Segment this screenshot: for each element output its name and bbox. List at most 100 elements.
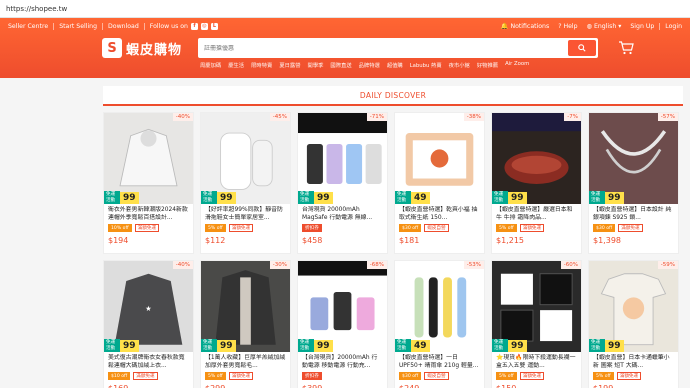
product-price: $194 bbox=[108, 236, 129, 245]
product-card[interactable]: -38% 免運 活動 49 【蝦皮直營特選】乾爽小福 抽取式衛生紙 150... … bbox=[394, 112, 485, 254]
search-suggestion[interactable]: 超值購 bbox=[387, 61, 403, 69]
search-suggestion[interactable]: 品牌特選 bbox=[359, 61, 380, 69]
product-card[interactable]: -40% 免運 活動 99 衛衣外套男新韓潮版2024新款連帽外季寬鬆百搭設計..… bbox=[103, 112, 194, 254]
search-suggestion[interactable]: 夜市小館 bbox=[449, 61, 470, 69]
line-icon[interactable]: L bbox=[210, 22, 218, 30]
product-image: -68% 免運 活動 99 bbox=[298, 261, 387, 352]
cart-icon[interactable] bbox=[618, 41, 634, 55]
product-image: -59% 免運 活動 99 bbox=[589, 261, 678, 352]
product-card[interactable]: -59% 免運 活動 99 【蝦皮直營】日本卡通蠟筆小新 圖案 短T 大碼... … bbox=[588, 260, 679, 388]
daily-discover-header[interactable]: DAILY DISCOVER bbox=[103, 86, 683, 106]
promo-tag: 5% off bbox=[205, 372, 226, 380]
seller-centre-link[interactable]: Seller Centre bbox=[8, 23, 48, 30]
promo-tag: $30 off bbox=[593, 224, 616, 232]
search-suggestion[interactable]: 國際直送 bbox=[330, 61, 351, 69]
promo-tag: 5% off bbox=[496, 372, 517, 380]
product-card[interactable]: -45% 免運 活動 99 【好評率超99%同款】靜音防滑拖鞋女士簡單家居室...… bbox=[200, 112, 291, 254]
product-card[interactable]: -53% 免運 活動 49 【蝦皮直營特選】一日 UPF50+ 晴雨傘 210g … bbox=[394, 260, 485, 388]
facebook-icon[interactable]: f bbox=[190, 22, 198, 30]
search-suggestion[interactable]: 開學季 bbox=[308, 61, 324, 69]
notifications-link[interactable]: 🔔 Notifications bbox=[501, 22, 549, 30]
promo-tag: $10 off bbox=[108, 372, 131, 380]
search-icon bbox=[578, 44, 586, 52]
product-title: 美式復古潮牌衛衣女春秋款寬鬆連帽大碼加絨上衣... bbox=[108, 355, 185, 369]
search-suggestion[interactable]: 夏日露營 bbox=[279, 61, 300, 69]
svg-text:★: ★ bbox=[145, 304, 151, 313]
download-link[interactable]: Download bbox=[108, 23, 139, 30]
product-tags: 5% off 滿額免運 bbox=[589, 370, 678, 382]
product-card[interactable]: -30% 免運 活動 99 【1萬人收藏】巨厚羊羔絨加絨加厚外套男寬鬆毛... 5… bbox=[200, 260, 291, 388]
free-shipping-badge: 免運 活動 99 bbox=[492, 191, 527, 204]
product-image: -7% 免運 活動 99 bbox=[492, 113, 581, 204]
login-link[interactable]: Login bbox=[665, 23, 682, 30]
product-card[interactable]: -68% 免運 活動 99 【台灣現貨】20000mAh 行動電源 移動電源 行動… bbox=[297, 260, 388, 388]
promo-tag: $30 off bbox=[399, 372, 422, 380]
search-suggestion[interactable]: 慶生活 bbox=[228, 61, 244, 69]
free-shipping-badge: 免運 活動 99 bbox=[298, 339, 333, 352]
free-shipping-badge: 免運 活動 99 bbox=[589, 191, 624, 204]
promo-tag: 滿額免運 bbox=[519, 372, 545, 380]
bell-icon: 🔔 bbox=[500, 23, 509, 30]
product-card[interactable]: -71% 免運 活動 99 台灣現貨 20000mAh MagSafe 行動電源 … bbox=[297, 112, 388, 254]
browser-url-bar[interactable]: https://shopee.tw bbox=[0, 0, 690, 18]
promo-tag: 折扣券 bbox=[302, 224, 322, 232]
search-input[interactable] bbox=[200, 44, 568, 52]
free-shipping-badge: 免運 活動 99 bbox=[589, 339, 624, 352]
free-shipping-badge: 免運 活動 99 bbox=[104, 339, 139, 352]
instagram-icon[interactable]: ◎ bbox=[200, 22, 208, 30]
language-selector[interactable]: ◍ English ▾ bbox=[587, 23, 622, 30]
logo-text: 蝦皮購物 bbox=[126, 42, 183, 58]
product-title: 衛衣外套男新韓潮版2024新款連帽外季寬鬆百搭設計... bbox=[108, 207, 188, 221]
product-image: -53% 免運 活動 49 bbox=[395, 261, 484, 352]
product-price: $169 bbox=[104, 382, 193, 388]
free-shipping-badge: 免運 活動 99 bbox=[201, 339, 236, 352]
search-suggestion[interactable]: Air Zoom bbox=[505, 61, 529, 69]
free-shipping-badge: 免運 活動 99 bbox=[298, 191, 333, 204]
site-header: Seller Centre Start Selling Download Fol… bbox=[0, 18, 690, 78]
product-price: $1,215 bbox=[496, 236, 524, 245]
search-suggestion[interactable]: Labubu 熱賣 bbox=[410, 61, 442, 69]
product-tags: $30 off 蝦皮自營 bbox=[395, 370, 484, 382]
product-image: -30% 免運 活動 99 bbox=[201, 261, 290, 352]
product-card[interactable]: -57% 免運 活動 99 【蝦皮直營特選】日本設計 純銀項鍊 S925 鎖...… bbox=[588, 112, 679, 254]
product-card[interactable]: ★ -40% 免運 活動 99 美式復古潮牌衛衣女春秋款寬鬆連帽大碼加絨上衣...… bbox=[103, 260, 194, 388]
search-suggestion[interactable]: 限時特賣 bbox=[251, 61, 272, 69]
product-card[interactable]: -60% 免運 活動 99 ⭐現貨🔥限時下殺運動長襪一盒五入五雙 運動... 5%… bbox=[491, 260, 582, 388]
search-suggestions: 周慶加碼 慶生活 限時特賣 夏日露營 開學季 國際直送 品牌特選 超值購 Labubu 熱賣 夜市… bbox=[0, 58, 690, 69]
free-shipping-badge: 免運 活動 49 bbox=[395, 339, 430, 352]
discount-badge: -53% bbox=[463, 261, 484, 269]
start-selling-link[interactable]: Start Selling bbox=[59, 23, 97, 30]
free-shipping-badge: 免運 活動 49 bbox=[395, 191, 430, 204]
product-tags: 5% off 滿額免運 bbox=[492, 222, 581, 234]
discount-badge: -60% bbox=[560, 261, 581, 269]
search-button[interactable] bbox=[568, 40, 596, 56]
product-title: 【蝦皮直營】日本卡通蠟筆小新 圖案 短T 大碼... bbox=[593, 355, 670, 369]
help-link[interactable]: ? Help bbox=[558, 23, 577, 30]
product-title: 【蝦皮直營特選】一日 UPF50+ 晴雨傘 210g 輕量... bbox=[399, 355, 479, 369]
product-price: $399 bbox=[298, 382, 387, 388]
product-title: 【蝦皮直營特選】日本設計 純銀項鍊 S925 鎖... bbox=[593, 207, 672, 221]
product-image: -60% 免運 活動 99 bbox=[492, 261, 581, 352]
product-title: 【好評率超99%同款】靜音防滑拖鞋女士簡單家居室... bbox=[205, 207, 283, 221]
free-shipping-badge: 免運 活動 99 bbox=[492, 339, 527, 352]
promo-tag: $30 off bbox=[399, 224, 422, 232]
promo-tag: 折扣券 bbox=[302, 372, 322, 380]
main-content: DAILY DISCOVER -40% 免運 活動 99 衛衣外套男新韓潮版202… bbox=[103, 86, 683, 388]
discount-badge: -71% bbox=[366, 113, 387, 121]
product-tags: 5% off 滿額免運 bbox=[201, 222, 290, 234]
promo-tag: 滿額免運 bbox=[228, 224, 254, 232]
product-tags: $30 off 蝦皮自營 bbox=[395, 222, 484, 234]
signup-link[interactable]: Sign Up bbox=[630, 23, 654, 30]
product-price: $249 bbox=[395, 382, 484, 388]
shopee-logo[interactable]: S 蝦皮購物 bbox=[102, 38, 198, 58]
discount-badge: -40% bbox=[172, 113, 193, 121]
product-image: -71% 免運 活動 99 bbox=[298, 113, 387, 204]
product-price: $112 bbox=[205, 236, 226, 245]
search-suggestion[interactable]: 周慶加碼 bbox=[200, 61, 221, 69]
product-title: 【1萬人收藏】巨厚羊羔絨加絨加厚外套男寬鬆毛... bbox=[205, 355, 286, 369]
discount-badge: -38% bbox=[463, 113, 484, 121]
product-card[interactable]: -7% 免運 活動 99 【蝦皮直營特選】嚴選日本和牛 牛排 霜降肉品... 5%… bbox=[491, 112, 582, 254]
product-title: 台灣現貨 20000mAh MagSafe 行動電源 無線... bbox=[302, 207, 373, 221]
search-suggestion[interactable]: 好物推薦 bbox=[477, 61, 498, 69]
product-tags: 折扣券 bbox=[298, 370, 387, 382]
